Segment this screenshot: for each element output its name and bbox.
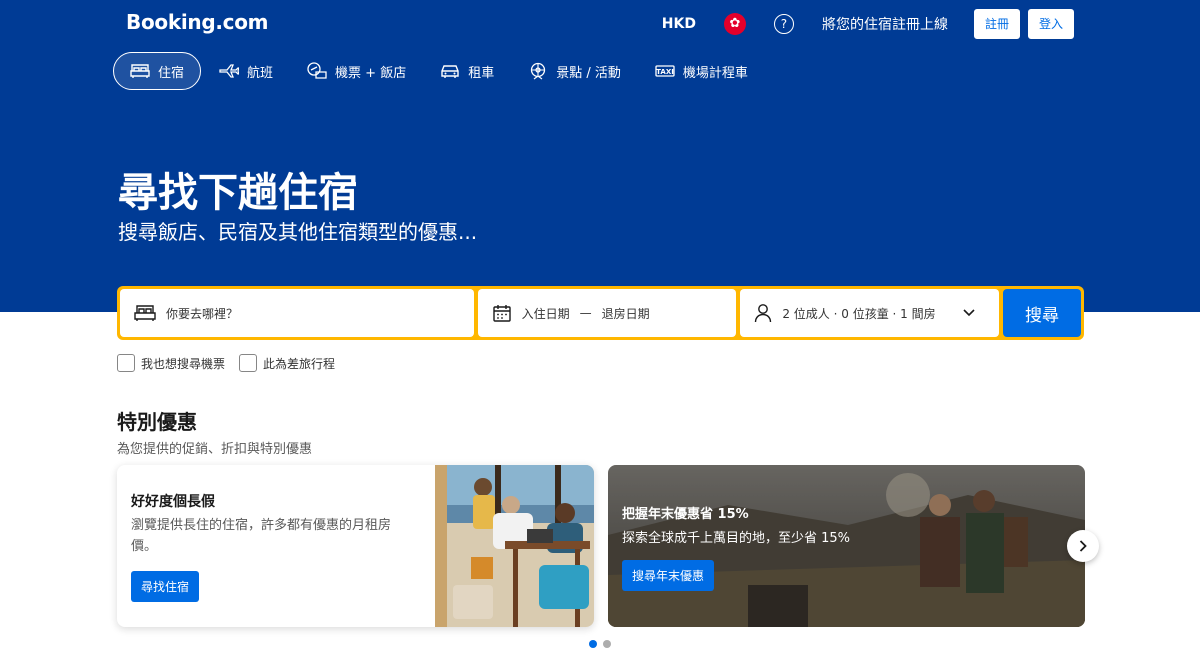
offer-card-long-stays[interactable]: 好好度個長假 瀏覽提供長住的住宿，許多都有優惠的月租房價。 尋找住宿 — [117, 465, 594, 627]
hero-subtitle: 搜尋飯店、民宿及其他住宿類型的優惠... — [118, 220, 478, 244]
destination-placeholder: 你要去哪裡？ — [166, 306, 239, 321]
offers-subtitle: 為您提供的促銷、折扣與特別優惠 — [117, 442, 313, 457]
register-button[interactable]: 註冊 — [973, 8, 1020, 39]
bed-icon — [130, 64, 150, 78]
hikers-photo — [608, 465, 1085, 627]
nav-tab-stays[interactable]: 住宿 — [113, 52, 202, 90]
business-trip-checkbox-label[interactable]: 此為差旅行程 — [263, 355, 335, 372]
header-actions: HKD ✿ ? 將您的住宿註冊上線 註冊 登入 — [662, 8, 1074, 39]
carousel-dots — [589, 640, 617, 648]
offers-title: 特別優惠 — [117, 410, 197, 434]
occupancy-field[interactable]: 2 位成人 · 0 位孩童 · 1 間房 — [740, 289, 1000, 337]
chevron-down-icon — [963, 309, 975, 317]
bed-icon — [134, 305, 156, 321]
search-bar: 你要去哪裡？ 入住日期 — 退房日期 2 位成人 · 0 位孩童 · 1 間房 … — [117, 286, 1084, 340]
find-stays-button[interactable]: 尋找住宿 — [131, 571, 200, 602]
occupancy-content: 2 位成人 · 0 位孩童 · 1 間房 — [754, 303, 936, 323]
date-field[interactable]: 入住日期 — 退房日期 — [477, 289, 737, 337]
product-nav: 住宿 航班 機票 + 飯店 租車 景點 / 活動 TAXI 機場計程車 — [113, 52, 766, 90]
currency-selector[interactable]: HKD — [662, 16, 696, 32]
hero-title: 尋找下趟住宿 — [118, 170, 358, 216]
plane-bed-icon — [307, 62, 327, 79]
hero-banner: Booking.com HKD ✿ ? 將您的住宿註冊上線 註冊 登入 住宿 航… — [0, 0, 1200, 312]
nav-tab-car-rental[interactable]: 租車 — [424, 52, 510, 90]
occupancy-label: 2 位成人 · 0 位孩童 · 1 間房 — [782, 306, 936, 321]
checkout-label: 退房日期 — [601, 306, 650, 321]
login-button[interactable]: 登入 — [1027, 8, 1074, 39]
flights-checkbox-label[interactable]: 我也想搜尋機票 — [141, 355, 225, 372]
question-circle-icon[interactable]: ? — [773, 13, 794, 34]
date-separator: — — [579, 306, 592, 320]
nav-tab-label: 租車 — [468, 65, 495, 81]
nav-tab-label: 住宿 — [158, 65, 185, 81]
offer-card-title: 好好度個長假 — [131, 494, 215, 510]
booking-logo[interactable]: Booking.com — [126, 10, 268, 34]
offer-card-description: 瀏覽提供長住的住宿，許多都有優惠的月租房價。 — [131, 518, 392, 554]
chevron-right-icon — [1079, 540, 1087, 552]
calendar-icon — [492, 305, 511, 322]
destination-field[interactable]: 你要去哪裡？ — [120, 289, 474, 337]
offer-card-title: 把握年末優惠省 15% — [622, 507, 749, 522]
nav-tab-label: 機票 + 飯店 — [335, 65, 407, 81]
search-button[interactable]: 搜尋 — [1003, 289, 1081, 337]
carousel-dot[interactable] — [603, 640, 611, 648]
offer-card-description: 探索全球成千上萬目的地，至少省 15% — [622, 531, 851, 546]
long-stay-photo — [435, 465, 594, 627]
checkin-label: 入住日期 — [521, 306, 570, 321]
carousel-next-button[interactable] — [1067, 530, 1099, 562]
offer-card-year-end[interactable]: 把握年末優惠省 15% 探索全球成千上萬目的地，至少省 15% 搜尋年末優惠 — [608, 465, 1085, 627]
nav-tab-label: 航班 — [247, 65, 274, 81]
plane-icon — [219, 64, 240, 78]
nav-tab-label: 機場計程車 — [682, 65, 748, 81]
taxi-icon: TAXI — [655, 65, 675, 77]
nav-tab-flights[interactable]: 航班 — [203, 52, 289, 90]
business-trip-checkbox[interactable] — [239, 354, 258, 372]
nav-tab-airport-taxi[interactable]: TAXI 機場計程車 — [639, 52, 764, 90]
svg-text:TAXI: TAXI — [656, 68, 674, 76]
search-options: 我也想搜尋機票 此為差旅行程 — [117, 354, 349, 372]
hong-kong-flag-icon[interactable]: ✿ — [723, 12, 746, 35]
attractions-icon — [531, 62, 546, 80]
flights-checkbox[interactable] — [117, 354, 135, 372]
list-property-link[interactable]: 將您的住宿註冊上線 — [822, 14, 948, 34]
nav-tab-flight-hotel[interactable]: 機票 + 飯店 — [291, 52, 422, 90]
search-year-end-deals-button[interactable]: 搜尋年末優惠 — [622, 560, 715, 591]
nav-tab-attractions[interactable]: 景點 / 活動 — [512, 52, 637, 90]
nav-tab-label: 景點 / 活動 — [556, 65, 621, 81]
carousel-dot-active[interactable] — [589, 640, 597, 648]
person-icon — [755, 304, 772, 323]
car-icon — [441, 65, 459, 78]
